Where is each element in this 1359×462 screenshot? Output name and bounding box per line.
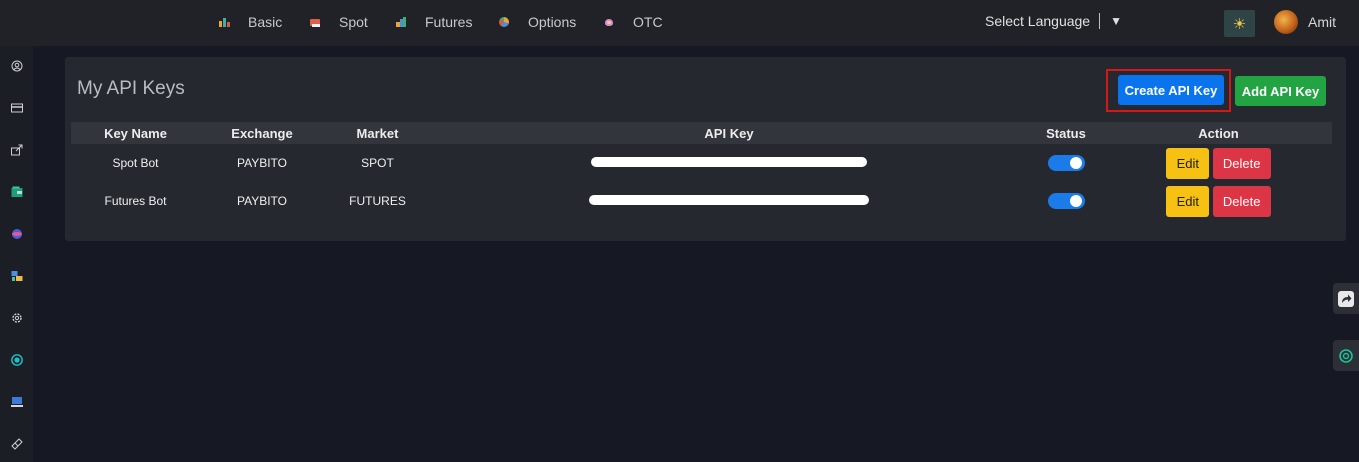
api-key-cell xyxy=(431,144,1027,182)
assistant-icon xyxy=(1339,348,1353,363)
delete-button[interactable]: Delete xyxy=(1212,185,1271,217)
language-label: Select Language xyxy=(985,13,1091,29)
pie-icon xyxy=(498,16,510,28)
globe-icon[interactable] xyxy=(10,227,23,240)
card-icon[interactable] xyxy=(10,101,23,114)
page-title: My API Keys xyxy=(77,78,185,99)
exchange-cell: PAYBITO xyxy=(236,194,287,208)
key-name-cell: Futures Bot xyxy=(104,194,167,208)
exchange-cell: PAYBITO xyxy=(236,156,287,170)
nav-spot-label: Spot xyxy=(339,14,368,30)
key-name-cell: Spot Bot xyxy=(112,156,159,170)
status-cell xyxy=(1027,144,1105,182)
nav-otc[interactable]: OTC xyxy=(603,14,663,30)
theme-toggle-button[interactable]: ☀ xyxy=(1224,10,1255,37)
settings-icon[interactable] xyxy=(10,311,23,324)
status-cell xyxy=(1027,182,1105,220)
user-circle-icon[interactable] xyxy=(10,59,23,72)
chat-assistant-button[interactable] xyxy=(1333,340,1359,371)
header-action: Action xyxy=(1198,125,1239,141)
nav-otc-label: OTC xyxy=(633,14,663,30)
top-navbar: Basic Spot Futures Options OTC Select La… xyxy=(0,0,1359,46)
trend-icon xyxy=(395,16,407,28)
flower-icon xyxy=(603,16,615,28)
nav-basic-label: Basic xyxy=(248,14,283,30)
language-divider xyxy=(1099,13,1101,29)
target-icon[interactable] xyxy=(10,353,23,366)
sun-icon: ☀ xyxy=(1232,15,1247,33)
header-status: Status xyxy=(1046,125,1086,141)
edit-button[interactable]: Edit xyxy=(1166,185,1210,217)
nav-options[interactable]: Options xyxy=(498,14,576,30)
create-api-key-button[interactable]: Create API Key xyxy=(1118,75,1224,105)
api-keys-table: Key Name Exchange Market API Key Status … xyxy=(71,122,1332,220)
exchange-icon[interactable] xyxy=(10,269,23,282)
sidebar xyxy=(0,46,33,462)
nav-spot[interactable]: Spot xyxy=(309,14,368,30)
header-key-name: Key Name xyxy=(104,125,167,141)
status-toggle[interactable] xyxy=(1047,155,1085,171)
market-cell: SPOT xyxy=(361,156,394,170)
market-cell: FUTURES xyxy=(349,194,406,208)
wallet-icon[interactable] xyxy=(10,185,23,198)
monitor-icon[interactable] xyxy=(10,395,23,408)
edit-button[interactable]: Edit xyxy=(1166,147,1210,179)
redacted-api-key xyxy=(591,157,867,167)
ticket-icon[interactable] xyxy=(10,437,23,450)
avatar[interactable] xyxy=(1274,10,1298,34)
share-float-button[interactable] xyxy=(1333,283,1359,314)
nav-futures-label: Futures xyxy=(425,14,473,30)
language-selector[interactable]: Select Language ▼ xyxy=(985,13,1122,29)
share-arrow-icon xyxy=(1338,290,1354,307)
header-exchange: Exchange xyxy=(231,125,293,141)
status-toggle[interactable] xyxy=(1047,193,1085,209)
delete-button[interactable]: Delete xyxy=(1212,147,1271,179)
add-api-key-button[interactable]: Add API Key xyxy=(1235,76,1326,106)
api-keys-panel: My API Keys Create API Key Add API Key K… xyxy=(65,57,1346,241)
table-row: Futures Bot PAYBITO FUTURES Edit Delete xyxy=(71,182,1332,220)
action-cell: Edit Delete xyxy=(1105,144,1332,182)
nav-futures[interactable]: Futures xyxy=(395,14,472,30)
api-key-cell xyxy=(431,182,1027,220)
candle-icon xyxy=(309,16,321,28)
table-header-row: Key Name Exchange Market API Key Status … xyxy=(71,122,1332,144)
header-market: Market xyxy=(356,125,399,141)
header-api-key: API Key xyxy=(704,125,754,141)
table-row: Spot Bot PAYBITO SPOT Edit Delete xyxy=(71,144,1332,182)
chevron-down-icon: ▼ xyxy=(1110,14,1122,28)
nav-options-label: Options xyxy=(528,14,577,30)
username[interactable]: Amit xyxy=(1308,14,1336,30)
share-icon[interactable] xyxy=(10,143,23,156)
action-cell: Edit Delete xyxy=(1105,182,1332,220)
redacted-api-key xyxy=(589,195,869,205)
chart-bars-icon xyxy=(218,16,230,28)
nav-basic[interactable]: Basic xyxy=(218,14,282,30)
